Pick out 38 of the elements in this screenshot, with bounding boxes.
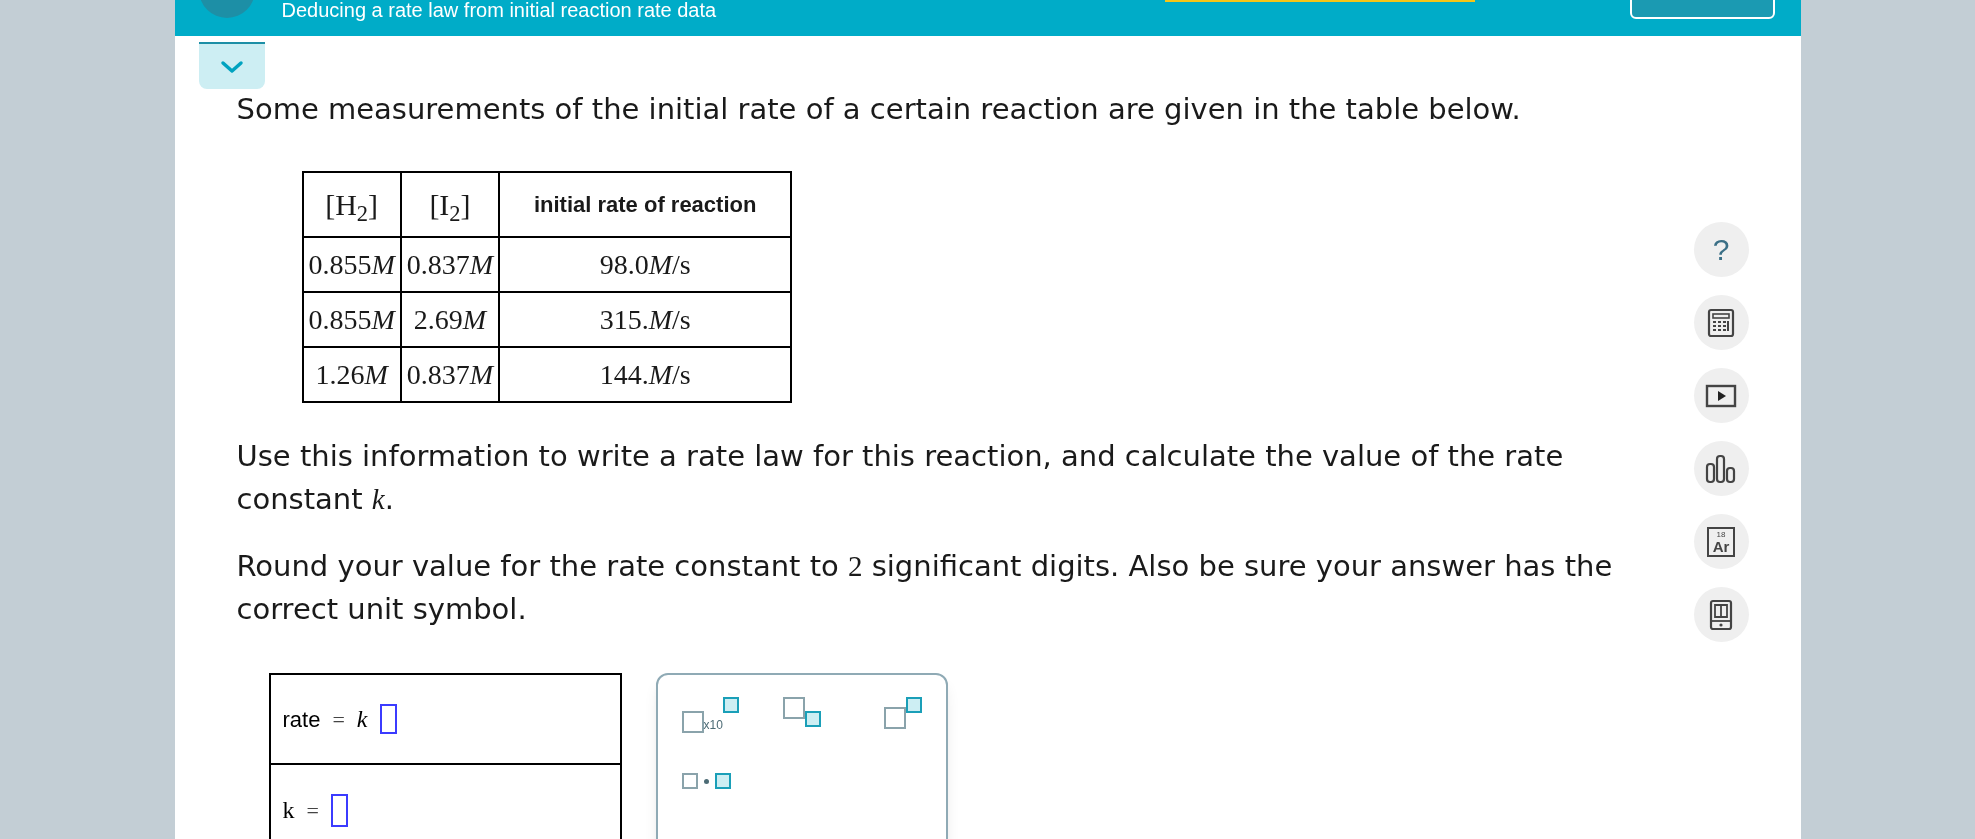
calculator-icon: [1707, 307, 1735, 338]
equals-sign: =: [332, 705, 345, 734]
column-header: initial rate of reaction: [499, 172, 792, 237]
table-cell: 0.855M: [302, 292, 401, 347]
input-field[interactable]: [379, 704, 397, 734]
superscript-button[interactable]: [883, 697, 922, 729]
rate-constant-symbol: k: [356, 705, 368, 734]
scientific-notation-button[interactable]: x10: [681, 697, 739, 733]
table-cell: 0.855M: [302, 237, 401, 292]
table-cell: 315.M/s: [499, 292, 792, 347]
table-cell: 98.0M/s: [499, 237, 792, 292]
table-cell: 0.837M: [400, 237, 500, 292]
bar-chart-icon: [1705, 453, 1737, 484]
help-button[interactable]: ?: [1693, 222, 1749, 277]
table-cell: 1.26M: [302, 347, 401, 402]
element-symbol: Ar: [1712, 538, 1730, 554]
input-field[interactable]: [330, 793, 348, 827]
answer-label: k: [282, 796, 295, 825]
header-button[interactable]: [1629, 0, 1775, 19]
periodic-table-button[interactable]: 18 Ar: [1693, 514, 1749, 569]
table-cell: 144.M/s: [499, 347, 792, 402]
question-text: Some measurements of the initial rate of a certain reaction are given in the table below.: [236, 91, 1522, 128]
chevron-down-icon: [219, 59, 244, 74]
instruction-text: Round your value for the rate constant to 2 significant digits. Also be sure your answer has the correct unit symbol.: [236, 548, 1614, 628]
table-cell: 0.837M: [400, 347, 500, 402]
video-icon: [1705, 383, 1737, 408]
header-title: Deducing a rate law from initial reaction rate data: [281, 0, 717, 20]
subscript-button[interactable]: [782, 697, 821, 727]
answer-label: rate: [282, 705, 321, 734]
equals-sign: =: [306, 796, 319, 825]
atomic-number: 18: [1716, 530, 1726, 539]
multiply-dot-button[interactable]: [681, 773, 731, 789]
instruction-text: Use this information to write a rate law for this reaction, and calculate the value of the rate constant k.: [236, 438, 1565, 518]
column-header: [H$_{2}$]: [302, 172, 401, 237]
book-reader-icon: [1709, 598, 1733, 631]
column-header: [I$_{2}$]: [400, 172, 500, 237]
table-cell: 2.69M: [400, 292, 500, 347]
collapse-button[interactable]: [198, 42, 265, 89]
